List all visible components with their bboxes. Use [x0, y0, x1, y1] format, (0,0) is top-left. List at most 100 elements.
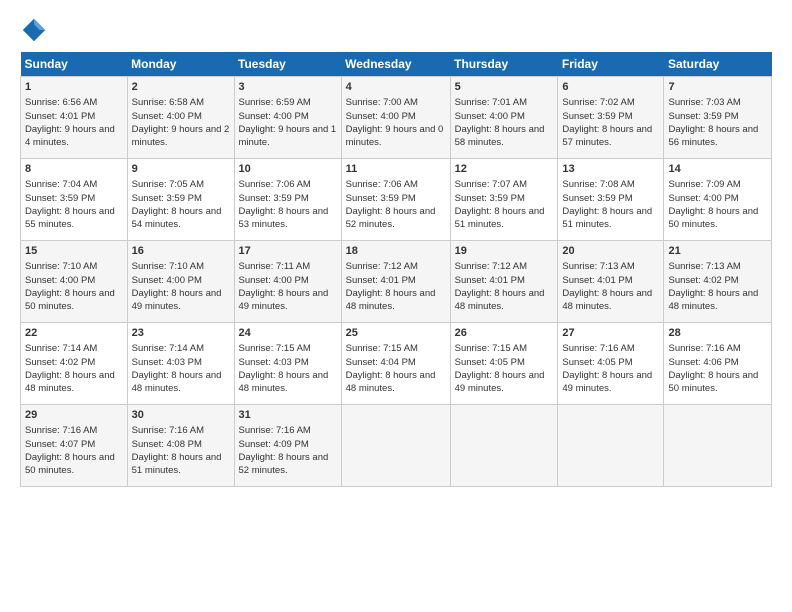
day-cell	[450, 405, 558, 487]
sunset-text: Sunset: 4:01 PM	[346, 275, 416, 286]
sunrise-text: Sunrise: 7:10 AM	[25, 261, 97, 272]
day-cell: 30Sunrise: 7:16 AMSunset: 4:08 PMDayligh…	[127, 405, 234, 487]
daylight-text: Daylight: 8 hours and 49 minutes.	[455, 370, 545, 394]
sunset-text: Sunset: 4:00 PM	[132, 275, 202, 286]
day-cell	[558, 405, 664, 487]
daylight-text: Daylight: 8 hours and 50 minutes.	[25, 452, 115, 476]
sunset-text: Sunset: 4:00 PM	[25, 275, 95, 286]
sunrise-text: Sunrise: 7:06 AM	[346, 179, 418, 190]
sunset-text: Sunset: 4:02 PM	[668, 275, 738, 286]
sunrise-text: Sunrise: 7:16 AM	[562, 343, 634, 354]
day-number: 21	[668, 244, 767, 259]
day-cell: 23Sunrise: 7:14 AMSunset: 4:03 PMDayligh…	[127, 323, 234, 405]
day-cell: 29 Sunrise: 7:16 AM Sunset: 4:07 PM Dayligh…	[21, 405, 128, 487]
daylight-text: Daylight: 8 hours and 58 minutes.	[455, 124, 545, 148]
header	[20, 16, 772, 44]
daylight-text: Daylight: 9 hours and 2 minutes.	[132, 124, 230, 148]
sunrise-text: Sunrise: 7:11 AM	[239, 261, 311, 272]
sunset-text: Sunset: 4:03 PM	[132, 357, 202, 368]
calendar-table: SundayMondayTuesdayWednesdayThursdayFrid…	[20, 52, 772, 487]
day-number: 19	[455, 244, 554, 259]
daylight-text: Daylight: 8 hours and 57 minutes.	[562, 124, 652, 148]
day-cell: 31Sunrise: 7:16 AMSunset: 4:09 PMDayligh…	[234, 405, 341, 487]
daylight-text: Daylight: 8 hours and 50 minutes.	[668, 370, 758, 394]
day-cell: 19Sunrise: 7:12 AMSunset: 4:01 PMDayligh…	[450, 241, 558, 323]
day-number: 7	[668, 80, 767, 95]
daylight-text: Daylight: 8 hours and 50 minutes.	[668, 206, 758, 230]
sunset-text: Sunset: 3:59 PM	[132, 193, 202, 204]
day-number: 29	[25, 408, 123, 423]
day-cell: 16Sunrise: 7:10 AMSunset: 4:00 PMDayligh…	[127, 241, 234, 323]
sunrise-text: Sunrise: 7:14 AM	[25, 343, 97, 354]
sunset-text: Sunset: 4:00 PM	[239, 275, 309, 286]
day-number: 14	[668, 162, 767, 177]
daylight-text: Daylight: 9 hours and 1 minute.	[239, 124, 337, 148]
sunset-text: Sunset: 4:09 PM	[239, 439, 309, 450]
sunrise-text: Sunrise: 7:16 AM	[668, 343, 740, 354]
daylight-text: Daylight: 8 hours and 48 minutes.	[239, 370, 329, 394]
day-cell: 9Sunrise: 7:05 AMSunset: 3:59 PMDaylight…	[127, 159, 234, 241]
daylight-text: Daylight: 8 hours and 52 minutes.	[239, 452, 329, 476]
sunrise-text: Sunrise: 6:56 AM	[25, 97, 97, 108]
day-number: 22	[25, 326, 123, 341]
sunset-text: Sunset: 4:03 PM	[239, 357, 309, 368]
day-number: 11	[346, 162, 446, 177]
sunrise-text: Sunrise: 7:12 AM	[346, 261, 418, 272]
day-number: 2	[132, 80, 230, 95]
week-row-2: 8Sunrise: 7:04 AMSunset: 3:59 PMDaylight…	[21, 159, 772, 241]
daylight-text: Daylight: 8 hours and 51 minutes.	[132, 452, 222, 476]
sunset-text: Sunset: 4:04 PM	[346, 357, 416, 368]
sunrise-text: Sunrise: 7:16 AM	[25, 425, 97, 436]
sunrise-text: Sunrise: 6:58 AM	[132, 97, 204, 108]
day-number: 23	[132, 326, 230, 341]
sunset-text: Sunset: 4:05 PM	[562, 357, 632, 368]
sunset-text: Sunset: 4:06 PM	[668, 357, 738, 368]
daylight-text: Daylight: 8 hours and 48 minutes.	[346, 370, 436, 394]
sunrise-text: Sunrise: 7:13 AM	[562, 261, 634, 272]
day-number: 25	[346, 326, 446, 341]
logo	[20, 16, 52, 44]
day-number: 5	[455, 80, 554, 95]
day-number: 9	[132, 162, 230, 177]
day-number: 30	[132, 408, 230, 423]
day-cell: 6Sunrise: 7:02 AMSunset: 3:59 PMDaylight…	[558, 77, 664, 159]
sunset-text: Sunset: 4:01 PM	[455, 275, 525, 286]
day-cell: 22Sunrise: 7:14 AMSunset: 4:02 PMDayligh…	[21, 323, 128, 405]
sunrise-text: Sunrise: 7:09 AM	[668, 179, 740, 190]
sunset-text: Sunset: 4:07 PM	[25, 439, 95, 450]
sunset-text: Sunset: 3:59 PM	[25, 193, 95, 204]
day-number: 1	[25, 80, 123, 95]
day-cell: 10Sunrise: 7:06 AMSunset: 3:59 PMDayligh…	[234, 159, 341, 241]
daylight-text: Daylight: 9 hours and 4 minutes.	[25, 124, 115, 148]
day-cell: 3Sunrise: 6:59 AMSunset: 4:00 PMDaylight…	[234, 77, 341, 159]
day-cell: 28Sunrise: 7:16 AMSunset: 4:06 PMDayligh…	[664, 323, 772, 405]
day-cell: 15Sunrise: 7:10 AMSunset: 4:00 PMDayligh…	[21, 241, 128, 323]
sunset-text: Sunset: 4:00 PM	[239, 111, 309, 122]
sunrise-text: Sunrise: 7:16 AM	[132, 425, 204, 436]
daylight-text: Daylight: 8 hours and 55 minutes.	[25, 206, 115, 230]
day-number: 24	[239, 326, 337, 341]
sunset-text: Sunset: 4:05 PM	[455, 357, 525, 368]
header-cell-friday: Friday	[558, 52, 664, 77]
logo-icon	[20, 16, 48, 44]
day-number: 8	[25, 162, 123, 177]
week-row-4: 22Sunrise: 7:14 AMSunset: 4:02 PMDayligh…	[21, 323, 772, 405]
daylight-text: Daylight: 8 hours and 51 minutes.	[455, 206, 545, 230]
header-cell-tuesday: Tuesday	[234, 52, 341, 77]
day-cell: 17Sunrise: 7:11 AMSunset: 4:00 PMDayligh…	[234, 241, 341, 323]
day-cell: 24Sunrise: 7:15 AMSunset: 4:03 PMDayligh…	[234, 323, 341, 405]
day-number: 13	[562, 162, 659, 177]
daylight-text: Daylight: 8 hours and 48 minutes.	[562, 288, 652, 312]
daylight-text: Daylight: 8 hours and 51 minutes.	[562, 206, 652, 230]
day-cell: 1Sunrise: 6:56 AMSunset: 4:01 PMDaylight…	[21, 77, 128, 159]
day-number: 31	[239, 408, 337, 423]
sunset-text: Sunset: 4:00 PM	[346, 111, 416, 122]
day-cell: 2 Sunrise: 6:58 AM Sunset: 4:00 PM Daylight…	[127, 77, 234, 159]
day-number: 12	[455, 162, 554, 177]
sunset-text: Sunset: 4:00 PM	[132, 111, 202, 122]
sunrise-text: Sunrise: 7:05 AM	[132, 179, 204, 190]
sunset-text: Sunset: 4:00 PM	[668, 193, 738, 204]
header-cell-saturday: Saturday	[664, 52, 772, 77]
day-cell: 12Sunrise: 7:07 AMSunset: 3:59 PMDayligh…	[450, 159, 558, 241]
daylight-text: Daylight: 8 hours and 48 minutes.	[346, 288, 436, 312]
